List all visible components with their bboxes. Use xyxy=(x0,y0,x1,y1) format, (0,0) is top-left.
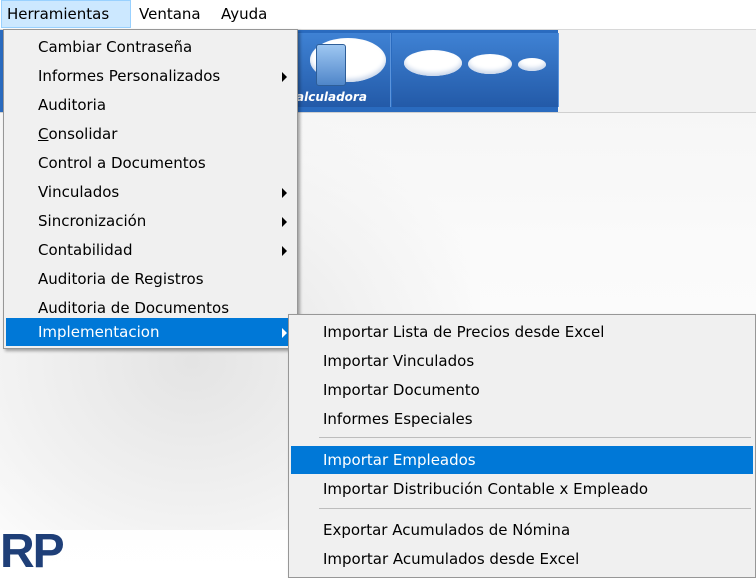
menu-item-vinculados[interactable]: Vinculados xyxy=(6,178,295,206)
submenu-arrow-icon xyxy=(282,217,287,227)
herramientas-menu: Cambiar Contraseña Informes Personalizad… xyxy=(3,29,298,349)
menu-item-label: Importar Lista de Precios desde Excel xyxy=(323,323,605,341)
menu-item-cambiar-contrasena[interactable]: Cambiar Contraseña xyxy=(6,33,295,61)
menu-item-importar-acumulados-excel[interactable]: Importar Acumulados desde Excel xyxy=(291,545,753,573)
menu-item-label: Auditoria xyxy=(38,96,107,114)
app-logo: RP xyxy=(0,525,65,578)
menu-item-importar-empleados[interactable]: Importar Empleados xyxy=(291,446,753,474)
menu-item-sincronizacion[interactable]: Sincronización xyxy=(6,207,295,235)
menu-item-label: Informes Especiales xyxy=(323,410,473,428)
menu-item-implementacion[interactable]: Implementacion xyxy=(6,318,295,346)
menu-item-label: Sincronización xyxy=(38,212,147,230)
menu-item-label: Importar Distribución Contable x Emplead… xyxy=(323,480,649,498)
menu-item-label: Informes Personalizados xyxy=(38,67,221,85)
submenu-arrow-icon xyxy=(282,328,287,338)
menu-item-consolidar[interactable]: Consolidar xyxy=(6,120,295,148)
implementacion-submenu: Importar Lista de Precios desde Excel Im… xyxy=(288,314,756,578)
menu-item-label: Exportar Acumulados de Nómina xyxy=(323,521,571,539)
menu-herramientas[interactable]: Herramientas xyxy=(1,0,131,28)
menu-item-label: Consolidar xyxy=(38,125,118,143)
menu-item-label: Importar Vinculados xyxy=(323,352,475,370)
toolbar-ellipse-icon xyxy=(518,58,546,71)
menu-item-importar-distribucion-contable[interactable]: Importar Distribución Contable x Emplead… xyxy=(291,475,753,503)
menu-item-control-documentos[interactable]: Control a Documentos xyxy=(6,149,295,177)
menu-item-exportar-acumulados-nomina[interactable]: Exportar Acumulados de Nómina xyxy=(291,516,753,544)
menu-item-auditoria[interactable]: Auditoria xyxy=(6,91,295,119)
calculator-icon xyxy=(316,44,346,86)
menu-separator xyxy=(319,508,751,509)
menu-item-importar-lista-precios[interactable]: Importar Lista de Precios desde Excel xyxy=(291,318,753,346)
menu-item-label: Control a Documentos xyxy=(38,154,206,172)
menu-item-label: Importar Empleados xyxy=(323,451,476,469)
menu-bar: Herramientas Ventana Ayuda xyxy=(0,0,756,30)
menu-item-contabilidad[interactable]: Contabilidad xyxy=(6,236,295,264)
toolbar-ellipse-icon xyxy=(404,50,462,76)
submenu-arrow-icon xyxy=(282,246,287,256)
toolbar-ellipse-icon xyxy=(468,54,512,74)
menu-ayuda[interactable]: Ayuda xyxy=(216,0,272,28)
menu-item-label: Vinculados xyxy=(38,183,120,201)
calculator-label: alculadora xyxy=(296,90,367,104)
menu-item-label: Importar Documento xyxy=(323,381,480,399)
menu-item-informes-especiales[interactable]: Informes Especiales xyxy=(291,405,753,433)
menu-item-informes-personalizados[interactable]: Informes Personalizados xyxy=(6,62,295,90)
menu-item-auditoria-registros[interactable]: Auditoria de Registros xyxy=(6,265,295,293)
menu-item-importar-vinculados[interactable]: Importar Vinculados xyxy=(291,347,753,375)
menu-item-label: Auditoria de Documentos xyxy=(38,299,230,317)
menu-item-label: Importar Acumulados desde Excel xyxy=(323,550,580,568)
menu-ventana[interactable]: Ventana xyxy=(134,0,206,28)
menu-item-label: Implementacion xyxy=(38,323,160,341)
menu-item-label: Cambiar Contraseña xyxy=(38,38,193,56)
menu-item-importar-documento[interactable]: Importar Documento xyxy=(291,376,753,404)
menu-item-label: Auditoria de Registros xyxy=(38,270,204,288)
submenu-arrow-icon xyxy=(282,72,287,82)
menu-item-label: Contabilidad xyxy=(38,241,133,259)
menu-separator xyxy=(319,437,751,438)
submenu-arrow-icon xyxy=(282,188,287,198)
